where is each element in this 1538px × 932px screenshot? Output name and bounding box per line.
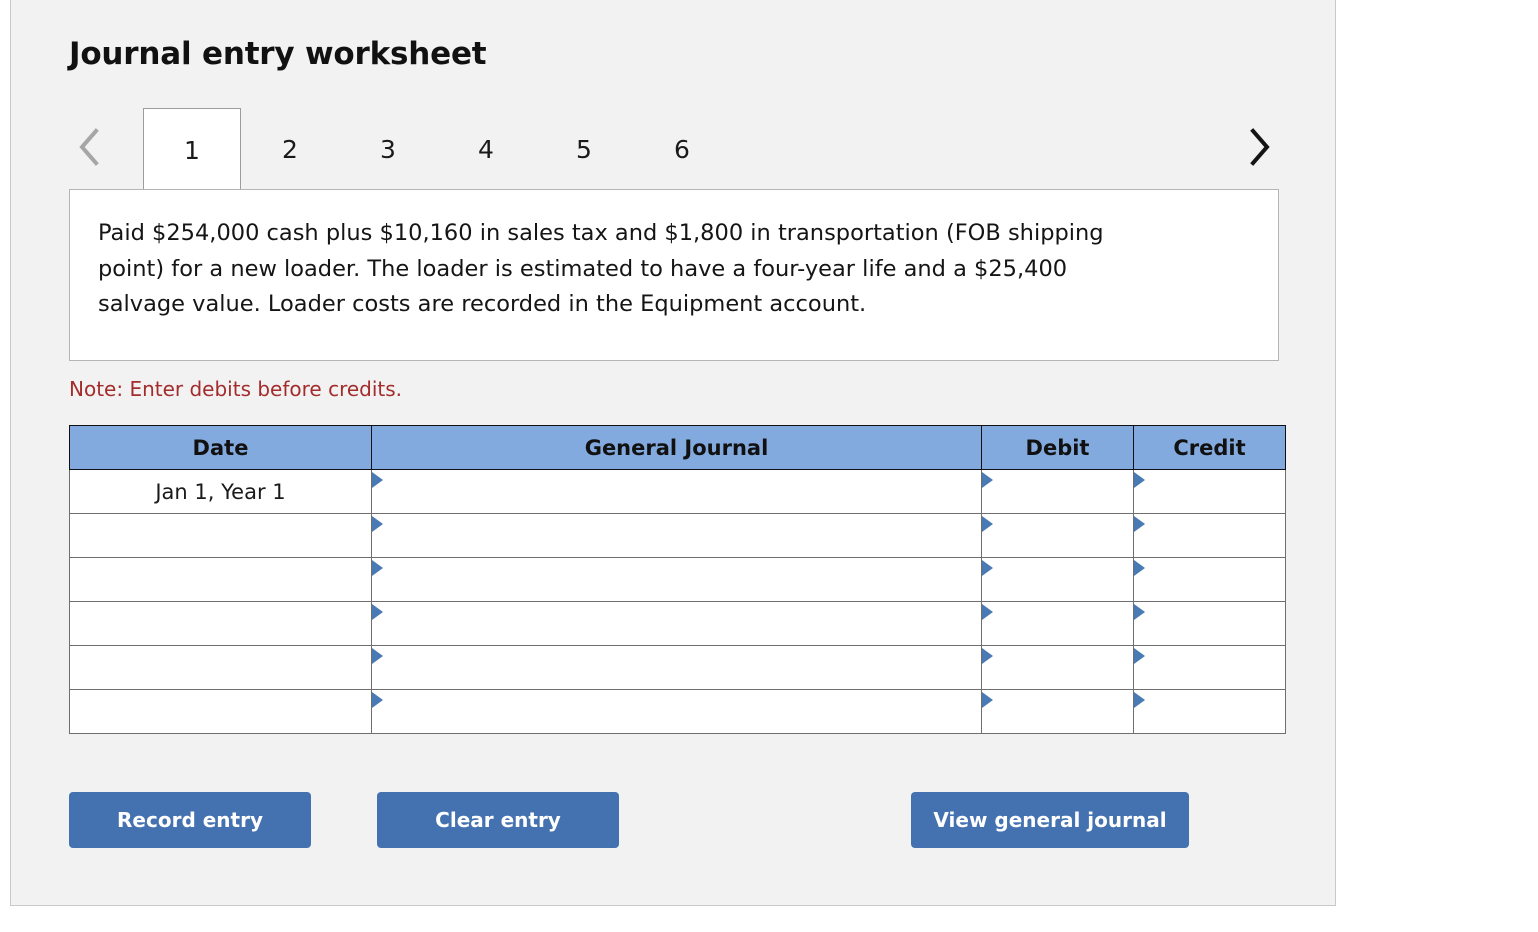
- credit-value: [1134, 646, 1285, 689]
- column-header-debit: Debit: [981, 425, 1134, 470]
- general-journal-account-select[interactable]: [371, 601, 982, 646]
- dropdown-triangle-icon: [1134, 648, 1145, 664]
- worksheet-tab-3-label: 3: [380, 134, 396, 164]
- debit-input[interactable]: [981, 601, 1134, 646]
- credit-input[interactable]: [1133, 689, 1286, 734]
- credit-value: [1134, 514, 1285, 557]
- table-row: [69, 557, 1286, 602]
- credit-value: [1134, 558, 1285, 601]
- credit-value: [1134, 690, 1285, 733]
- credit-input[interactable]: [1133, 645, 1286, 690]
- general-journal-value: [372, 646, 981, 689]
- credit-value: [1134, 470, 1285, 513]
- dropdown-triangle-icon: [372, 692, 383, 708]
- credit-input[interactable]: [1133, 601, 1286, 646]
- debit-value: [982, 470, 1133, 513]
- worksheet-tab-list: 1 2 3 4 5 6: [143, 108, 731, 191]
- general-journal-account-select[interactable]: [371, 689, 982, 734]
- journal-entry-worksheet-panel: Journal entry worksheet 1 2 3 4 5 6 Paid…: [10, 0, 1336, 906]
- dropdown-triangle-icon: [372, 648, 383, 664]
- worksheet-tab-5[interactable]: 5: [535, 108, 633, 190]
- dropdown-triangle-icon: [1134, 604, 1145, 620]
- dropdown-triangle-icon: [1134, 560, 1145, 576]
- debit-input[interactable]: [981, 689, 1134, 734]
- chevron-right-icon[interactable]: [1239, 116, 1279, 178]
- dropdown-triangle-icon: [372, 560, 383, 576]
- table-row: [69, 689, 1286, 734]
- dropdown-triangle-icon: [982, 604, 993, 620]
- journal-entry-table: Date General Journal Debit Credit Jan 1,…: [69, 425, 1286, 734]
- credit-input[interactable]: [1133, 469, 1286, 514]
- debit-value: [982, 514, 1133, 557]
- general-journal-value: [372, 690, 981, 733]
- general-journal-account-select[interactable]: [371, 557, 982, 602]
- dropdown-triangle-icon: [982, 516, 993, 532]
- column-header-date: Date: [69, 425, 372, 470]
- date-cell[interactable]: [69, 689, 372, 734]
- general-journal-account-select[interactable]: [371, 469, 982, 514]
- worksheet-tab-6-label: 6: [674, 134, 690, 164]
- date-cell[interactable]: [69, 557, 372, 602]
- column-header-general-journal: General Journal: [371, 425, 982, 470]
- dropdown-triangle-icon: [1134, 472, 1145, 488]
- worksheet-tab-5-label: 5: [576, 134, 592, 164]
- dropdown-triangle-icon: [982, 692, 993, 708]
- date-cell[interactable]: [69, 513, 372, 558]
- worksheet-tab-2[interactable]: 2: [241, 108, 339, 190]
- general-journal-value: [372, 558, 981, 601]
- general-journal-value: [372, 602, 981, 645]
- worksheet-tabstrip: 1 2 3 4 5 6: [69, 108, 1279, 191]
- debits-before-credits-note: Note: Enter debits before credits.: [69, 377, 403, 401]
- worksheet-tab-1-label: 1: [184, 135, 200, 165]
- general-journal-account-select[interactable]: [371, 513, 982, 558]
- dropdown-triangle-icon: [982, 472, 993, 488]
- dropdown-triangle-icon: [1134, 516, 1145, 532]
- clear-entry-button[interactable]: Clear entry: [377, 792, 619, 848]
- dropdown-triangle-icon: [982, 560, 993, 576]
- dropdown-triangle-icon: [982, 648, 993, 664]
- credit-input[interactable]: [1133, 557, 1286, 602]
- transaction-description-text: Paid $254,000 cash plus $10,160 in sales…: [98, 220, 1104, 317]
- debit-input[interactable]: [981, 557, 1134, 602]
- credit-value: [1134, 602, 1285, 645]
- worksheet-tab-4[interactable]: 4: [437, 108, 535, 190]
- table-row: [69, 645, 1286, 690]
- page-title: Journal entry worksheet: [69, 36, 487, 72]
- table-row: [69, 601, 1286, 646]
- column-header-credit: Credit: [1133, 425, 1286, 470]
- worksheet-tab-6[interactable]: 6: [633, 108, 731, 190]
- view-general-journal-button[interactable]: View general journal: [911, 792, 1189, 848]
- table-header-row: Date General Journal Debit Credit: [69, 425, 1286, 470]
- table-row: Jan 1, Year 1: [69, 469, 1286, 514]
- date-cell[interactable]: [69, 645, 372, 690]
- debit-value: [982, 558, 1133, 601]
- record-entry-button[interactable]: Record entry: [69, 792, 311, 848]
- table-row: [69, 513, 1286, 558]
- chevron-left-icon[interactable]: [69, 116, 109, 178]
- debit-value: [982, 690, 1133, 733]
- worksheet-tab-2-label: 2: [282, 134, 298, 164]
- debit-value: [982, 602, 1133, 645]
- debit-input[interactable]: [981, 645, 1134, 690]
- credit-input[interactable]: [1133, 513, 1286, 558]
- date-cell[interactable]: [69, 601, 372, 646]
- debit-input[interactable]: [981, 469, 1134, 514]
- general-journal-account-select[interactable]: [371, 645, 982, 690]
- worksheet-tab-1[interactable]: 1: [143, 108, 241, 191]
- debit-input[interactable]: [981, 513, 1134, 558]
- dropdown-triangle-icon: [1134, 692, 1145, 708]
- debit-value: [982, 646, 1133, 689]
- dropdown-triangle-icon: [372, 604, 383, 620]
- general-journal-value: [372, 470, 981, 513]
- general-journal-value: [372, 514, 981, 557]
- transaction-description-box: Paid $254,000 cash plus $10,160 in sales…: [69, 189, 1279, 361]
- worksheet-tab-3[interactable]: 3: [339, 108, 437, 190]
- dropdown-triangle-icon: [372, 516, 383, 532]
- date-cell[interactable]: Jan 1, Year 1: [69, 469, 372, 514]
- worksheet-tab-4-label: 4: [478, 134, 494, 164]
- dropdown-triangle-icon: [372, 472, 383, 488]
